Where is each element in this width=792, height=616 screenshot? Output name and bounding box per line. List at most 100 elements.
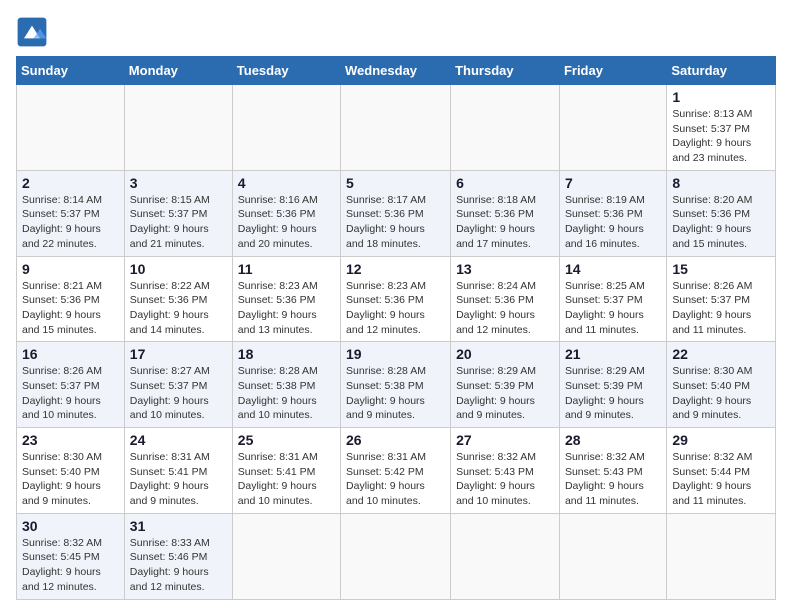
- calendar-week-row: 9 Sunrise: 8:21 AMSunset: 5:36 PMDayligh…: [17, 256, 776, 342]
- calendar-body: 1 Sunrise: 8:13 AMSunset: 5:37 PMDayligh…: [17, 85, 776, 600]
- day-number: 10: [130, 261, 227, 277]
- day-number: 9: [22, 261, 119, 277]
- logo: [16, 16, 52, 48]
- day-number: 6: [456, 175, 554, 191]
- day-number: 18: [238, 346, 335, 362]
- day-number: 4: [238, 175, 335, 191]
- empty-cell: [232, 85, 340, 171]
- day-info: Sunrise: 8:23 AMSunset: 5:36 PMDaylight:…: [238, 279, 335, 338]
- day-number: 2: [22, 175, 119, 191]
- empty-cell: [232, 513, 340, 599]
- day-cell: 2 Sunrise: 8:14 AMSunset: 5:37 PMDayligh…: [17, 170, 125, 256]
- day-info: Sunrise: 8:22 AMSunset: 5:36 PMDaylight:…: [130, 279, 227, 338]
- page-header: [16, 16, 776, 48]
- day-number: 15: [672, 261, 770, 277]
- calendar-week-row: 23 Sunrise: 8:30 AMSunset: 5:40 PMDaylig…: [17, 428, 776, 514]
- day-number: 11: [238, 261, 335, 277]
- day-info: Sunrise: 8:17 AMSunset: 5:36 PMDaylight:…: [346, 193, 445, 252]
- day-cell: 10 Sunrise: 8:22 AMSunset: 5:36 PMDaylig…: [124, 256, 232, 342]
- day-number: 5: [346, 175, 445, 191]
- day-info: Sunrise: 8:28 AMSunset: 5:38 PMDaylight:…: [346, 364, 445, 423]
- day-number: 23: [22, 432, 119, 448]
- day-number: 27: [456, 432, 554, 448]
- day-info: Sunrise: 8:32 AMSunset: 5:43 PMDaylight:…: [565, 450, 661, 509]
- day-cell: 17 Sunrise: 8:27 AMSunset: 5:37 PMDaylig…: [124, 342, 232, 428]
- day-cell: 11 Sunrise: 8:23 AMSunset: 5:36 PMDaylig…: [232, 256, 340, 342]
- day-of-week-header: Thursday: [451, 57, 560, 85]
- day-info: Sunrise: 8:16 AMSunset: 5:36 PMDaylight:…: [238, 193, 335, 252]
- day-cell: 25 Sunrise: 8:31 AMSunset: 5:41 PMDaylig…: [232, 428, 340, 514]
- day-number: 25: [238, 432, 335, 448]
- empty-cell: [341, 85, 451, 171]
- day-of-week-header: Friday: [559, 57, 666, 85]
- day-info: Sunrise: 8:30 AMSunset: 5:40 PMDaylight:…: [672, 364, 770, 423]
- day-info: Sunrise: 8:29 AMSunset: 5:39 PMDaylight:…: [456, 364, 554, 423]
- day-cell: 27 Sunrise: 8:32 AMSunset: 5:43 PMDaylig…: [451, 428, 560, 514]
- day-number: 21: [565, 346, 661, 362]
- day-info: Sunrise: 8:24 AMSunset: 5:36 PMDaylight:…: [456, 279, 554, 338]
- day-info: Sunrise: 8:21 AMSunset: 5:36 PMDaylight:…: [22, 279, 119, 338]
- day-cell: 5 Sunrise: 8:17 AMSunset: 5:36 PMDayligh…: [341, 170, 451, 256]
- day-cell: 6 Sunrise: 8:18 AMSunset: 5:36 PMDayligh…: [451, 170, 560, 256]
- day-number: 31: [130, 518, 227, 534]
- calendar-table: SundayMondayTuesdayWednesdayThursdayFrid…: [16, 56, 776, 600]
- day-number: 22: [672, 346, 770, 362]
- day-info: Sunrise: 8:27 AMSunset: 5:37 PMDaylight:…: [130, 364, 227, 423]
- day-number: 24: [130, 432, 227, 448]
- calendar-week-row: 2 Sunrise: 8:14 AMSunset: 5:37 PMDayligh…: [17, 170, 776, 256]
- day-number: 30: [22, 518, 119, 534]
- day-cell: 22 Sunrise: 8:30 AMSunset: 5:40 PMDaylig…: [667, 342, 776, 428]
- day-number: 17: [130, 346, 227, 362]
- day-cell: 4 Sunrise: 8:16 AMSunset: 5:36 PMDayligh…: [232, 170, 340, 256]
- day-info: Sunrise: 8:25 AMSunset: 5:37 PMDaylight:…: [565, 279, 661, 338]
- day-number: 3: [130, 175, 227, 191]
- empty-cell: [124, 85, 232, 171]
- day-cell: 12 Sunrise: 8:23 AMSunset: 5:36 PMDaylig…: [341, 256, 451, 342]
- day-of-week-header: Monday: [124, 57, 232, 85]
- day-of-week-header: Saturday: [667, 57, 776, 85]
- day-info: Sunrise: 8:18 AMSunset: 5:36 PMDaylight:…: [456, 193, 554, 252]
- empty-cell: [559, 513, 666, 599]
- day-cell: 7 Sunrise: 8:19 AMSunset: 5:36 PMDayligh…: [559, 170, 666, 256]
- day-info: Sunrise: 8:31 AMSunset: 5:41 PMDaylight:…: [238, 450, 335, 509]
- empty-cell: [559, 85, 666, 171]
- day-number: 7: [565, 175, 661, 191]
- empty-cell: [17, 85, 125, 171]
- day-number: 20: [456, 346, 554, 362]
- empty-cell: [667, 513, 776, 599]
- day-info: Sunrise: 8:26 AMSunset: 5:37 PMDaylight:…: [22, 364, 119, 423]
- calendar-week-row: 30 Sunrise: 8:32 AMSunset: 5:45 PMDaylig…: [17, 513, 776, 599]
- day-cell: 24 Sunrise: 8:31 AMSunset: 5:41 PMDaylig…: [124, 428, 232, 514]
- day-info: Sunrise: 8:15 AMSunset: 5:37 PMDaylight:…: [130, 193, 227, 252]
- day-cell: 9 Sunrise: 8:21 AMSunset: 5:36 PMDayligh…: [17, 256, 125, 342]
- day-cell: 26 Sunrise: 8:31 AMSunset: 5:42 PMDaylig…: [341, 428, 451, 514]
- day-info: Sunrise: 8:31 AMSunset: 5:42 PMDaylight:…: [346, 450, 445, 509]
- day-number: 14: [565, 261, 661, 277]
- day-number: 29: [672, 432, 770, 448]
- day-info: Sunrise: 8:14 AMSunset: 5:37 PMDaylight:…: [22, 193, 119, 252]
- empty-cell: [341, 513, 451, 599]
- day-of-week-header: Sunday: [17, 57, 125, 85]
- calendar-week-row: 16 Sunrise: 8:26 AMSunset: 5:37 PMDaylig…: [17, 342, 776, 428]
- day-number: 13: [456, 261, 554, 277]
- day-cell: 20 Sunrise: 8:29 AMSunset: 5:39 PMDaylig…: [451, 342, 560, 428]
- day-cell: 18 Sunrise: 8:28 AMSunset: 5:38 PMDaylig…: [232, 342, 340, 428]
- day-info: Sunrise: 8:33 AMSunset: 5:46 PMDaylight:…: [130, 536, 227, 595]
- day-cell: 21 Sunrise: 8:29 AMSunset: 5:39 PMDaylig…: [559, 342, 666, 428]
- empty-cell: [451, 513, 560, 599]
- day-cell: 3 Sunrise: 8:15 AMSunset: 5:37 PMDayligh…: [124, 170, 232, 256]
- day-cell: 8 Sunrise: 8:20 AMSunset: 5:36 PMDayligh…: [667, 170, 776, 256]
- day-cell: 30 Sunrise: 8:32 AMSunset: 5:45 PMDaylig…: [17, 513, 125, 599]
- day-cell: 23 Sunrise: 8:30 AMSunset: 5:40 PMDaylig…: [17, 428, 125, 514]
- day-info: Sunrise: 8:26 AMSunset: 5:37 PMDaylight:…: [672, 279, 770, 338]
- day-number: 28: [565, 432, 661, 448]
- day-info: Sunrise: 8:32 AMSunset: 5:45 PMDaylight:…: [22, 536, 119, 595]
- calendar-header-row: SundayMondayTuesdayWednesdayThursdayFrid…: [17, 57, 776, 85]
- day-cell: 31 Sunrise: 8:33 AMSunset: 5:46 PMDaylig…: [124, 513, 232, 599]
- day-of-week-header: Tuesday: [232, 57, 340, 85]
- calendar-week-row: 1 Sunrise: 8:13 AMSunset: 5:37 PMDayligh…: [17, 85, 776, 171]
- day-number: 16: [22, 346, 119, 362]
- day-info: Sunrise: 8:13 AMSunset: 5:37 PMDaylight:…: [672, 107, 770, 166]
- day-info: Sunrise: 8:20 AMSunset: 5:36 PMDaylight:…: [672, 193, 770, 252]
- day-number: 19: [346, 346, 445, 362]
